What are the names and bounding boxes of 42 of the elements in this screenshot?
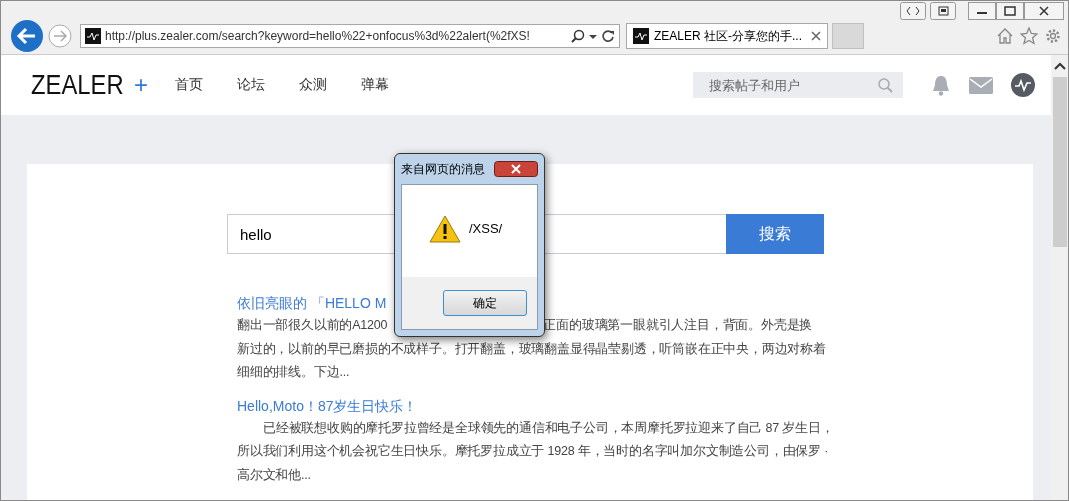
dialog-title: 来自网页的消息 <box>401 160 485 178</box>
minimize-icon[interactable] <box>968 2 996 20</box>
close-icon[interactable] <box>494 161 538 177</box>
tab-restore-icon[interactable] <box>930 2 956 20</box>
nav-link[interactable]: 众测 <box>299 76 327 94</box>
refresh-icon[interactable] <box>601 29 615 43</box>
maximize-icon[interactable] <box>996 2 1024 20</box>
compat-view-icon[interactable] <box>900 2 926 20</box>
result-title-link[interactable]: 依旧亮眼的 「HELLO M <box>237 292 387 314</box>
result-snippet-text: 已经被联想收购的摩托罗拉曾经是全球领先的通信和电子公司，本周摩托罗拉迎来了自己 87 岁生日， <box>263 419 834 437</box>
site-icon[interactable] <box>633 28 649 44</box>
nav-link[interactable]: 首页 <box>175 76 203 94</box>
result-snippet-text: 翻出一部很久以前的A1200 <box>237 317 388 334</box>
nav-link[interactable]: 论坛 <box>237 76 265 94</box>
settings-icon[interactable] <box>1044 27 1062 45</box>
address-text: http://plus.zealer.com/search?keyword=hello%22+onfocus%3d%22alert(%2fXS! <box>105 29 531 43</box>
result-snippet-text: 新过的，以前的早已磨损的不成样子。打开翻盖，玻璃翻盖显得晶莹剔透，听筒嵌在正中央，两边对称着 <box>237 340 826 358</box>
back-icon[interactable] <box>10 19 44 53</box>
result-snippet-text: 细细的排线。下边... <box>237 364 350 381</box>
ok-button[interactable]: 确定 <box>443 290 527 316</box>
close-icon[interactable] <box>1024 2 1064 20</box>
logo-text[interactable]: ZEALER <box>31 69 124 101</box>
scroll-up-icon[interactable] <box>1053 61 1066 71</box>
browser-tab[interactable]: ZEALER 社区-分享您的手... <box>626 23 828 49</box>
warning-icon[interactable] <box>429 214 461 244</box>
search-button[interactable]: 搜索 <box>726 214 824 254</box>
avatar-icon[interactable] <box>1011 73 1035 97</box>
result-title-link[interactable]: Hello,Moto！87岁生日快乐！ <box>237 394 418 417</box>
site-icon[interactable] <box>85 28 101 44</box>
dialog-message: /XSS/ <box>469 221 503 236</box>
home-icon[interactable] <box>996 27 1014 45</box>
nav-link[interactable]: 弹幕 <box>361 76 389 94</box>
result-snippet-text: 所以我们利用这个机会祝它生日快乐。摩托罗拉成立于 1928 年，当时的名字叫加尔文制造公司，由保罗 · <box>237 443 829 460</box>
star-icon[interactable] <box>1020 27 1038 45</box>
tab-title: ZEALER 社区-分享您的手... <box>654 27 803 45</box>
logo-plus[interactable]: + <box>133 71 148 99</box>
address-bar[interactable]: http://plus.zealer.com/search?keyword=hello%22+onfocus%3d%22alert(%2fXS! <box>80 24 620 48</box>
site-search-field[interactable]: 搜索帖子和用户 <box>693 72 903 98</box>
scrollbar-thumb[interactable] <box>1052 77 1067 247</box>
search-icon[interactable] <box>571 29 585 43</box>
close-icon[interactable] <box>811 31 821 41</box>
result-snippet-text: 高尔文和他... <box>237 466 311 484</box>
